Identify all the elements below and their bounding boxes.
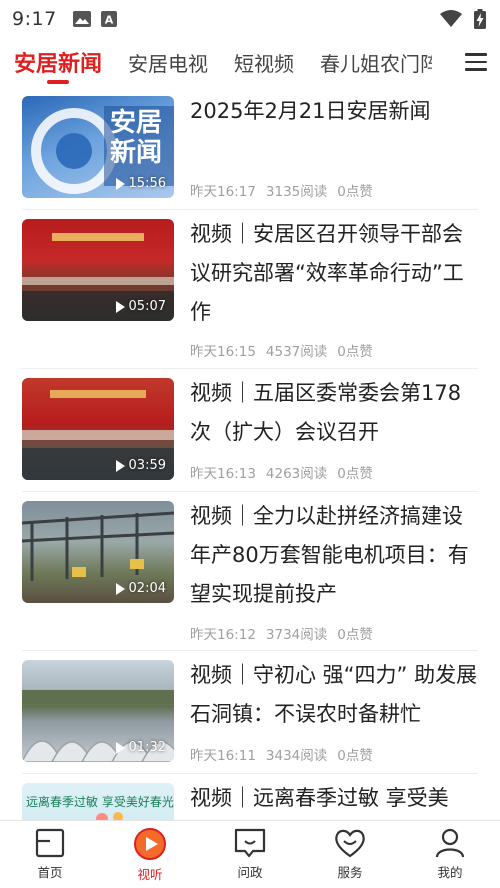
video-duration: 15:56 <box>115 176 166 191</box>
like-count: 0点赞 <box>337 748 373 764</box>
news-meta: 昨天16:11 3434阅读 0点赞 <box>190 744 383 764</box>
nav-profile-label: 我的 <box>437 865 463 880</box>
video-thumbnail[interactable]: 远离春季过敏 享受美好春光 <box>22 783 174 820</box>
news-meta: 昨天16:13 4263阅读 0点赞 <box>190 462 383 482</box>
nav-profile[interactable]: 我的 <box>400 821 500 888</box>
tab-fade-mask <box>426 38 456 86</box>
read-count: 4263阅读 <box>265 466 328 482</box>
nav-inquiry-label: 问政 <box>237 865 263 880</box>
play-icon <box>115 582 125 595</box>
battery-charging-icon <box>474 9 486 29</box>
news-item[interactable]: 安居新闻 15:56 2025年2月21日安居新闻 昨天16:17 3135阅读 0… <box>0 96 500 210</box>
video-duration: 01:32 <box>115 740 166 755</box>
news-title: 视频｜远离春季过敏 享受美 <box>190 786 449 810</box>
video-thumbnail[interactable]: 安居新闻 15:56 <box>22 96 174 198</box>
publish-time: 昨天16:11 <box>190 748 256 764</box>
channel-tabs: 安居新闻 安居电视 短视频 春儿姐农门阵 <box>0 38 500 86</box>
nav-audio-video[interactable]: 视听 <box>100 821 200 888</box>
chat-icon <box>234 828 266 858</box>
like-count: 0点赞 <box>337 344 373 360</box>
like-count: 0点赞 <box>337 466 373 482</box>
publish-time: 昨天16:12 <box>190 627 256 643</box>
nav-home-label: 首页 <box>37 865 63 880</box>
news-title: 视频｜安居区召开领导干部会议研究部署“效率革命行动”工作 <box>190 222 464 324</box>
image-icon <box>72 11 91 27</box>
divider <box>22 491 478 492</box>
video-thumbnail[interactable]: 03:59 <box>22 378 174 480</box>
play-icon <box>115 741 125 754</box>
play-icon <box>115 300 125 313</box>
news-item[interactable]: 02:04 视频｜全力以赴拼经济搞建设 年产80万套智能电机项目：有望实现提前投… <box>0 501 500 651</box>
tab-anju-news[interactable]: 安居新闻 <box>14 38 102 86</box>
nav-service-label: 服务 <box>337 865 363 880</box>
home-icon <box>35 828 65 858</box>
read-count: 3434阅读 <box>265 748 328 764</box>
publish-time: 昨天16:15 <box>190 344 256 360</box>
video-thumbnail[interactable]: 05:07 <box>22 219 174 321</box>
video-duration: 05:07 <box>115 299 166 314</box>
nav-home[interactable]: 首页 <box>0 821 100 888</box>
video-thumbnail[interactable]: 02:04 <box>22 501 174 603</box>
like-count: 0点赞 <box>337 184 373 200</box>
news-item[interactable]: 03:59 视频｜五届区委常委会第178次（扩大）会议召开 昨天16:13 426… <box>0 378 500 492</box>
read-count: 3135阅读 <box>265 184 328 200</box>
like-count: 0点赞 <box>337 627 373 643</box>
channel-menu-icon[interactable] <box>462 48 490 76</box>
news-title: 视频｜全力以赴拼经济搞建设 年产80万套智能电机项目：有望实现提前投产 <box>190 504 469 606</box>
news-feed: 安居新闻 15:56 2025年2月21日安居新闻 昨天16:17 3135阅读 0… <box>0 86 500 820</box>
tab-anju-tv[interactable]: 安居电视 <box>128 38 208 86</box>
video-thumbnail[interactable]: 01:32 <box>22 660 174 762</box>
heart-icon <box>335 829 365 858</box>
video-duration: 03:59 <box>115 458 166 473</box>
play-icon <box>115 459 125 472</box>
news-meta: 昨天16:12 3734阅读 0点赞 <box>190 623 383 643</box>
news-item[interactable]: 01:32 视频｜守初心 强“四力” 助发展 石洞镇：不误农时备耕忙 昨天16:… <box>0 660 500 774</box>
bottom-navigation: 首页 视听 问政 服务 我的 <box>0 820 500 888</box>
news-item[interactable]: 远离春季过敏 享受美好春光 视频｜远离春季过敏 享受美 <box>0 783 500 820</box>
tab-chuner-nongmenzhen[interactable]: 春儿姐农门阵 <box>320 38 432 86</box>
status-time: 9:17 <box>12 8 57 30</box>
news-item[interactable]: 05:07 视频｜安居区召开领导干部会议研究部署“效率革命行动”工作 昨天16:… <box>0 219 500 369</box>
thumbnail-caption: 安居新闻 <box>110 108 163 168</box>
read-count: 3734阅读 <box>265 627 328 643</box>
news-title: 2025年2月21日安居新闻 <box>190 99 431 123</box>
news-meta: 昨天16:17 3135阅读 0点赞 <box>190 180 383 200</box>
play-icon <box>115 177 125 190</box>
status-notification-icons: A <box>72 11 117 27</box>
publish-time: 昨天16:17 <box>190 184 256 200</box>
divider <box>22 368 478 369</box>
news-title: 视频｜五届区委常委会第178次（扩大）会议召开 <box>190 381 462 444</box>
news-meta: 昨天16:15 4537阅读 0点赞 <box>190 340 383 360</box>
video-duration: 02:04 <box>115 581 166 596</box>
divider <box>22 209 478 210</box>
tab-short-video[interactable]: 短视频 <box>234 38 294 86</box>
spring-flowers-art <box>96 812 123 820</box>
svg-text:A: A <box>104 14 113 27</box>
divider <box>22 650 478 651</box>
nav-service[interactable]: 服务 <box>300 821 400 888</box>
read-count: 4537阅读 <box>265 344 328 360</box>
wifi-icon <box>440 10 462 27</box>
status-system-icons <box>440 9 486 29</box>
status-bar: 9:17 A <box>0 0 500 38</box>
a-letter-icon: A <box>100 11 117 27</box>
user-icon <box>435 828 465 858</box>
news-title: 视频｜守初心 强“四力” 助发展 石洞镇：不误农时备耕忙 <box>190 663 478 726</box>
play-circle-icon <box>134 828 166 860</box>
divider <box>22 773 478 774</box>
nav-inquiry[interactable]: 问政 <box>200 821 300 888</box>
nav-audio-video-label: 视听 <box>137 867 163 882</box>
publish-time: 昨天16:13 <box>190 466 256 482</box>
